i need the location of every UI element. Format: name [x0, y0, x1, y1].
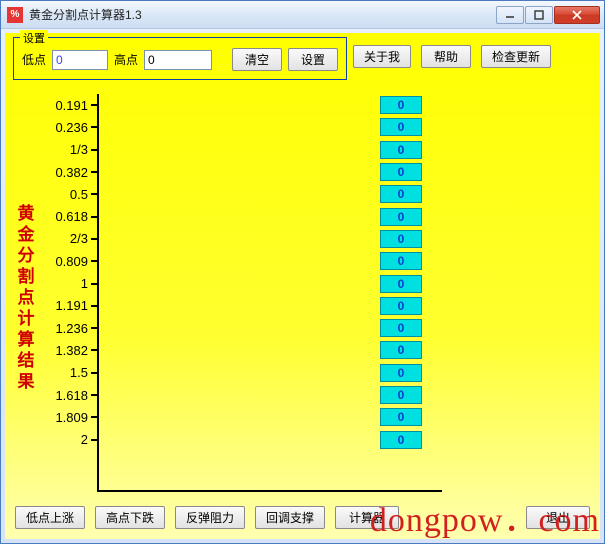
result-row: 1/3 0 — [35, 139, 592, 161]
clear-button[interactable]: 清空 — [232, 48, 282, 71]
pullback-support-button[interactable]: 回调支撑 — [255, 506, 325, 529]
axis-tick — [91, 171, 99, 173]
axis-tick — [91, 416, 99, 418]
axis-tick — [91, 104, 99, 106]
high-drop-button[interactable]: 高点下跌 — [95, 506, 165, 529]
axis-tick — [91, 349, 99, 351]
axis-tick — [91, 439, 99, 441]
result-value: 0 — [380, 163, 422, 181]
result-row: 0.809 0 — [35, 250, 592, 272]
app-icon: % — [7, 7, 23, 23]
low-rise-button[interactable]: 低点上涨 — [15, 506, 85, 529]
help-button[interactable]: 帮助 — [421, 45, 471, 68]
result-value: 0 — [380, 297, 422, 315]
ratio-label: 2/3 — [35, 231, 91, 246]
ratio-label: 0.191 — [35, 98, 91, 113]
window-title: 黄金分割点计算器1.3 — [29, 6, 496, 23]
axis-tick — [91, 238, 99, 240]
axis-tick — [91, 149, 99, 151]
axis-tick — [91, 260, 99, 262]
axis-horizontal — [97, 490, 442, 492]
result-value: 0 — [380, 141, 422, 159]
result-row: 0.618 0 — [35, 205, 592, 227]
axis-tick — [91, 327, 99, 329]
app-window: % 黄金分割点计算器1.3 设置 低点 高点 清空 设置 — [0, 0, 605, 544]
result-row: 0.236 0 — [35, 116, 592, 138]
ratio-label: 1.618 — [35, 388, 91, 403]
titlebar: % 黄金分割点计算器1.3 — [1, 1, 604, 29]
axis-tick — [91, 305, 99, 307]
result-row: 1.618 0 — [35, 384, 592, 406]
result-row: 0.50 — [35, 183, 592, 205]
result-row: 1.382 0 — [35, 339, 592, 361]
result-value: 0 — [380, 96, 422, 114]
result-value: 0 — [380, 208, 422, 226]
result-value: 0 — [380, 431, 422, 449]
result-value: 0 — [380, 341, 422, 359]
settings-group-title: 设置 — [20, 30, 48, 46]
minimize-button[interactable] — [496, 6, 524, 24]
about-button[interactable]: 关于我 — [353, 45, 411, 68]
ratio-label: 1.382 — [35, 343, 91, 358]
axis-tick — [91, 126, 99, 128]
ratio-label: 0.382 — [35, 165, 91, 180]
result-value: 0 — [380, 118, 422, 136]
result-row: 20 — [35, 428, 592, 450]
client-area: 设置 低点 高点 清空 设置 关于我 帮助 检查更新 黄金分割点计算结果 0.1… — [5, 33, 600, 539]
ratio-label: 1.236 — [35, 321, 91, 336]
top-row: 设置 低点 高点 清空 设置 关于我 帮助 检查更新 — [13, 37, 592, 80]
low-label: 低点 — [22, 51, 46, 68]
check-update-button[interactable]: 检查更新 — [481, 45, 551, 68]
rebound-resistance-button[interactable]: 反弹阻力 — [175, 506, 245, 529]
ratio-label: 2 — [35, 432, 91, 447]
result-row: 1.50 — [35, 362, 592, 384]
window-controls — [496, 6, 600, 24]
result-row: 2/3 0 — [35, 228, 592, 250]
results-area: 黄金分割点计算结果 0.19100.23601/300.38200.500.61… — [13, 88, 592, 498]
low-input[interactable] — [52, 50, 108, 70]
high-input[interactable] — [144, 50, 212, 70]
close-button[interactable] — [554, 6, 600, 24]
ratio-label: 0.236 — [35, 120, 91, 135]
ratio-label: 1.191 — [35, 298, 91, 313]
settings-group: 设置 低点 高点 清空 设置 — [13, 37, 347, 80]
result-value: 0 — [380, 319, 422, 337]
axis-tick — [91, 394, 99, 396]
axis-tick — [91, 372, 99, 374]
ratio-label: 0.809 — [35, 254, 91, 269]
ratio-label: 1.5 — [35, 365, 91, 380]
maximize-button[interactable] — [525, 6, 553, 24]
bottom-buttons: 低点上涨 高点下跌 反弹阻力 回调支撑 计算器 退出 — [13, 498, 592, 531]
result-value: 0 — [380, 252, 422, 270]
result-row: 1.809 0 — [35, 406, 592, 428]
ratio-label: 0.5 — [35, 187, 91, 202]
axis-tick — [91, 193, 99, 195]
axis-tick — [91, 216, 99, 218]
top-buttons: 关于我 帮助 检查更新 — [353, 37, 551, 68]
ratio-label: 0.618 — [35, 209, 91, 224]
calculator-button[interactable]: 计算器 — [335, 506, 399, 529]
exit-button[interactable]: 退出 — [526, 506, 590, 529]
result-row: 1.236 0 — [35, 317, 592, 339]
result-value: 0 — [380, 408, 422, 426]
ratio-label: 1/3 — [35, 142, 91, 157]
results-rows: 0.19100.23601/300.38200.500.61802/300.80… — [35, 94, 592, 451]
results-title: 黄金分割点计算结果 — [13, 88, 35, 498]
result-row: 10 — [35, 272, 592, 294]
ratio-label: 1.809 — [35, 410, 91, 425]
high-label: 高点 — [114, 51, 138, 68]
results-chart: 0.19100.23601/300.38200.500.61802/300.80… — [35, 88, 592, 498]
axis-tick — [91, 283, 99, 285]
result-value: 0 — [380, 386, 422, 404]
result-row: 0.191 0 — [35, 94, 592, 116]
result-value: 0 — [380, 185, 422, 203]
ratio-label: 1 — [35, 276, 91, 291]
result-value: 0 — [380, 364, 422, 382]
settings-button[interactable]: 设置 — [288, 48, 338, 71]
result-row: 0.382 0 — [35, 161, 592, 183]
result-value: 0 — [380, 275, 422, 293]
result-value: 0 — [380, 230, 422, 248]
result-row: 1.191 0 — [35, 295, 592, 317]
